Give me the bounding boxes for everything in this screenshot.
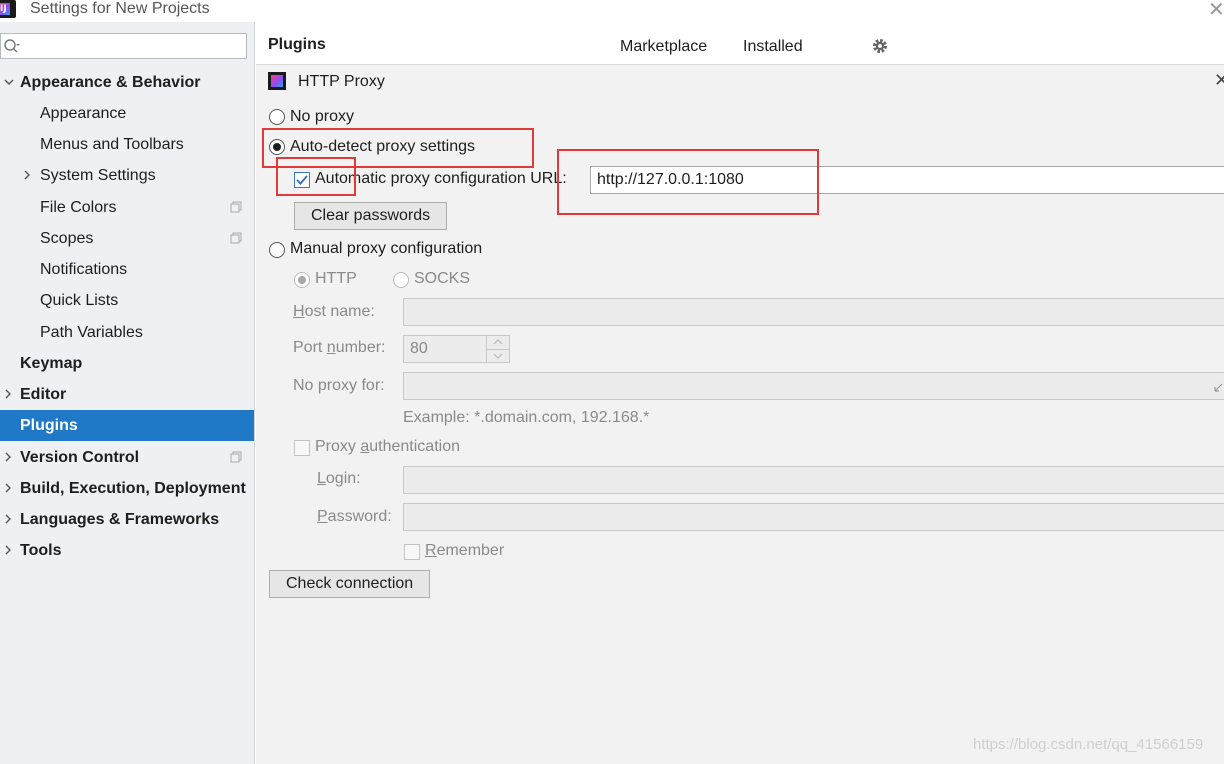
intellij-logo-icon: IJ — [0, 0, 16, 18]
sidebar-item-scopes[interactable]: Scopes — [40, 223, 93, 254]
socks-label: SOCKS — [414, 270, 471, 287]
chevron-right-icon[interactable] — [2, 388, 14, 400]
login-input[interactable] — [403, 466, 1224, 494]
sidebar-item-tools[interactable]: Tools — [20, 535, 61, 566]
sidebar-item-build-execution-deployment[interactable]: Build, Execution, Deployment — [20, 473, 246, 504]
check-connection-button[interactable]: Check connection — [269, 570, 431, 598]
password-label: Password: — [317, 508, 392, 525]
sidebar-item-path-variables[interactable]: Path Variables — [40, 317, 143, 348]
chevron-right-icon[interactable] — [21, 169, 33, 181]
login-label: Login: — [317, 470, 361, 487]
manual-proxy-radio[interactable] — [269, 242, 285, 258]
copy-icon — [230, 232, 242, 244]
no-proxy-for-label: No proxy for: — [293, 377, 385, 394]
no-proxy-label[interactable]: No proxy — [290, 108, 354, 126]
http-label: HTTP — [315, 270, 357, 287]
auto-detect-label[interactable]: Auto-detect proxy settings — [290, 138, 475, 156]
port-stepper[interactable] — [486, 335, 510, 363]
checkmark-icon — [296, 175, 308, 185]
copy-icon — [230, 451, 242, 463]
sidebar-item-system-settings[interactable]: System Settings — [40, 160, 156, 191]
chevron-right-icon[interactable] — [2, 451, 14, 463]
remember-label: Remember — [425, 542, 505, 559]
port-number-input[interactable]: 80 — [403, 335, 487, 363]
sidebar-item-keymap[interactable]: Keymap — [20, 348, 82, 379]
sidebar-item-menus-toolbars[interactable]: Menus and Toolbars — [40, 129, 184, 160]
no-proxy-for-input[interactable] — [403, 372, 1224, 400]
sidebar-item-file-colors[interactable]: File Colors — [40, 192, 116, 223]
host-name-input[interactable] — [403, 298, 1224, 326]
auto-config-url-input[interactable] — [590, 166, 1224, 194]
remember-checkbox[interactable] — [404, 544, 420, 560]
proxy-auth-label: Proxy authentication — [315, 438, 460, 455]
sidebar-item-appearance[interactable]: Appearance — [40, 98, 126, 129]
window-title: Settings for New Projects — [30, 0, 210, 17]
stepper-arrows-icon — [493, 339, 503, 359]
chevron-right-icon[interactable] — [2, 482, 14, 494]
chevron-right-icon[interactable] — [2, 544, 14, 556]
settings-search-input[interactable] — [0, 33, 247, 59]
intellij-logo-icon — [268, 72, 286, 90]
sidebar-item-notifications[interactable]: Notifications — [40, 254, 127, 285]
gear-icon[interactable] — [871, 37, 889, 55]
title-bar: IJ Settings for New Projects ✕ — [0, 0, 1224, 22]
sidebar-item-languages-frameworks[interactable]: Languages & Frameworks — [20, 504, 219, 535]
copy-icon — [230, 201, 242, 213]
sidebar-item-plugins[interactable]: Plugins — [0, 410, 254, 441]
chevron-right-icon[interactable] — [2, 513, 14, 525]
proxy-auth-checkbox[interactable] — [294, 440, 310, 456]
clear-passwords-button[interactable]: Clear passwords — [294, 202, 448, 230]
auto-detect-radio[interactable] — [269, 139, 285, 155]
watermark: https://blog.csdn.net/qq_41566159 — [973, 736, 1204, 753]
no-proxy-example: Example: *.domain.com, 192.168.* — [403, 409, 650, 426]
manual-proxy-label[interactable]: Manual proxy configuration — [290, 240, 482, 258]
host-name-label: Host name: — [293, 303, 375, 320]
expand-icon[interactable] — [1214, 382, 1224, 392]
password-input[interactable] — [403, 503, 1224, 531]
page-title: Plugins — [268, 36, 326, 53]
no-proxy-radio[interactable] — [269, 109, 285, 125]
http-radio[interactable] — [294, 272, 310, 288]
sidebar-item-version-control[interactable]: Version Control — [20, 442, 139, 473]
sidebar-item-editor[interactable]: Editor — [20, 379, 66, 410]
dialog-title: HTTP Proxy — [298, 73, 385, 90]
socks-radio[interactable] — [393, 272, 409, 288]
chevron-down-icon[interactable] — [3, 76, 15, 88]
sidebar-item-quick-lists[interactable]: Quick Lists — [40, 285, 118, 316]
port-number-label: Port number: — [293, 339, 386, 356]
dialog-close-icon[interactable]: ✕ — [1214, 70, 1224, 91]
tab-marketplace[interactable]: Marketplace — [620, 38, 707, 56]
auto-config-url-checkbox[interactable] — [294, 172, 310, 188]
search-icon — [4, 39, 20, 53]
sidebar-item-appearance-behavior[interactable]: Appearance & Behavior — [20, 67, 201, 98]
window-close-icon[interactable]: ✕ — [1208, 0, 1224, 22]
auto-config-url-label: Automatic proxy configuration URL: — [315, 170, 567, 187]
tab-installed[interactable]: Installed — [743, 38, 803, 56]
